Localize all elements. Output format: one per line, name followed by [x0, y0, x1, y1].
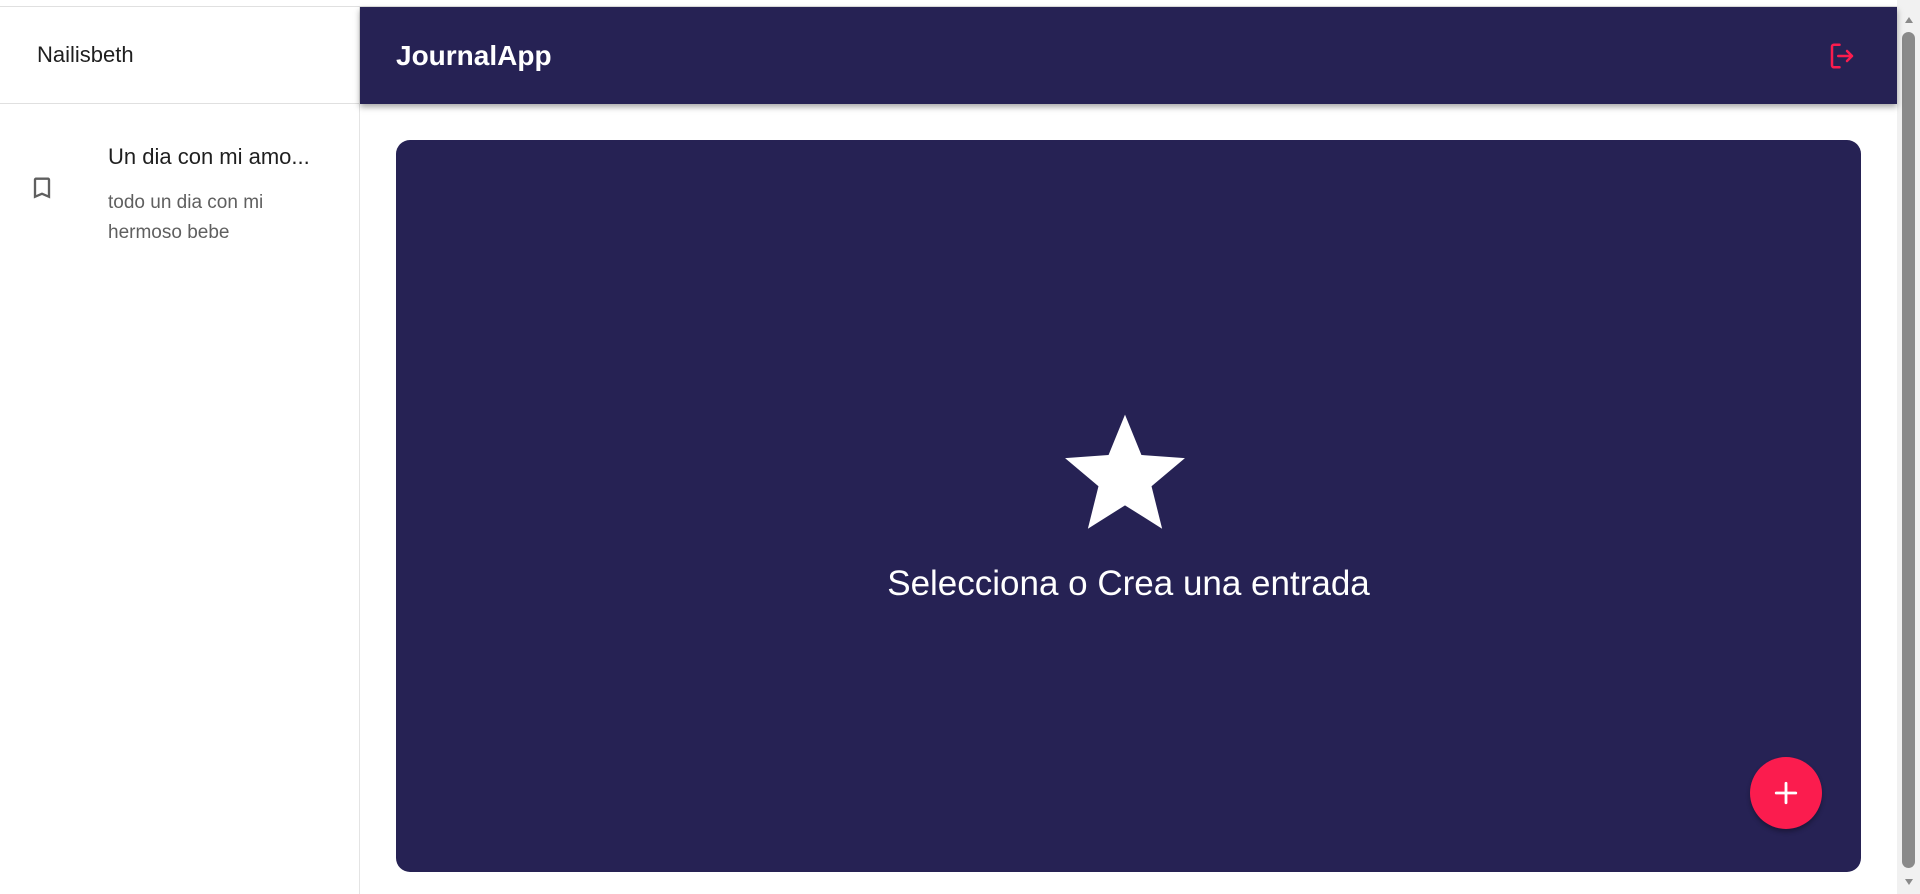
scroll-up-arrow-icon[interactable] [1897, 8, 1920, 32]
sidebar: Nailisbeth Un dia con mi amo... todo un … [0, 7, 360, 894]
journal-entry-item[interactable]: Un dia con mi amo... todo un dia con mi … [0, 104, 359, 254]
entry-title: Un dia con mi amo... [108, 144, 310, 169]
vertical-scrollbar[interactable] [1897, 0, 1920, 894]
empty-state-panel: Selecciona o Crea una entrada [396, 140, 1861, 872]
logout-icon [1830, 43, 1854, 68]
sidebar-user-name: Nailisbeth [0, 7, 359, 104]
plus-icon [1774, 781, 1798, 805]
add-entry-button[interactable] [1750, 757, 1822, 829]
app-bar: JournalApp [360, 7, 1897, 104]
star-icon [1065, 414, 1185, 529]
scroll-down-arrow-icon[interactable] [1897, 870, 1920, 894]
empty-state-message: Selecciona o Crea una entrada [887, 564, 1370, 603]
browser-top-edge [0, 0, 1920, 7]
logout-button[interactable] [1825, 39, 1859, 73]
scrollbar-thumb[interactable] [1902, 32, 1915, 868]
app-title: JournalApp [396, 39, 552, 71]
bookmark-icon [33, 177, 51, 199]
entry-body: todo un dia con mi hermoso bebe [108, 192, 264, 243]
main-content: Selecciona o Crea una entrada [360, 104, 1897, 894]
